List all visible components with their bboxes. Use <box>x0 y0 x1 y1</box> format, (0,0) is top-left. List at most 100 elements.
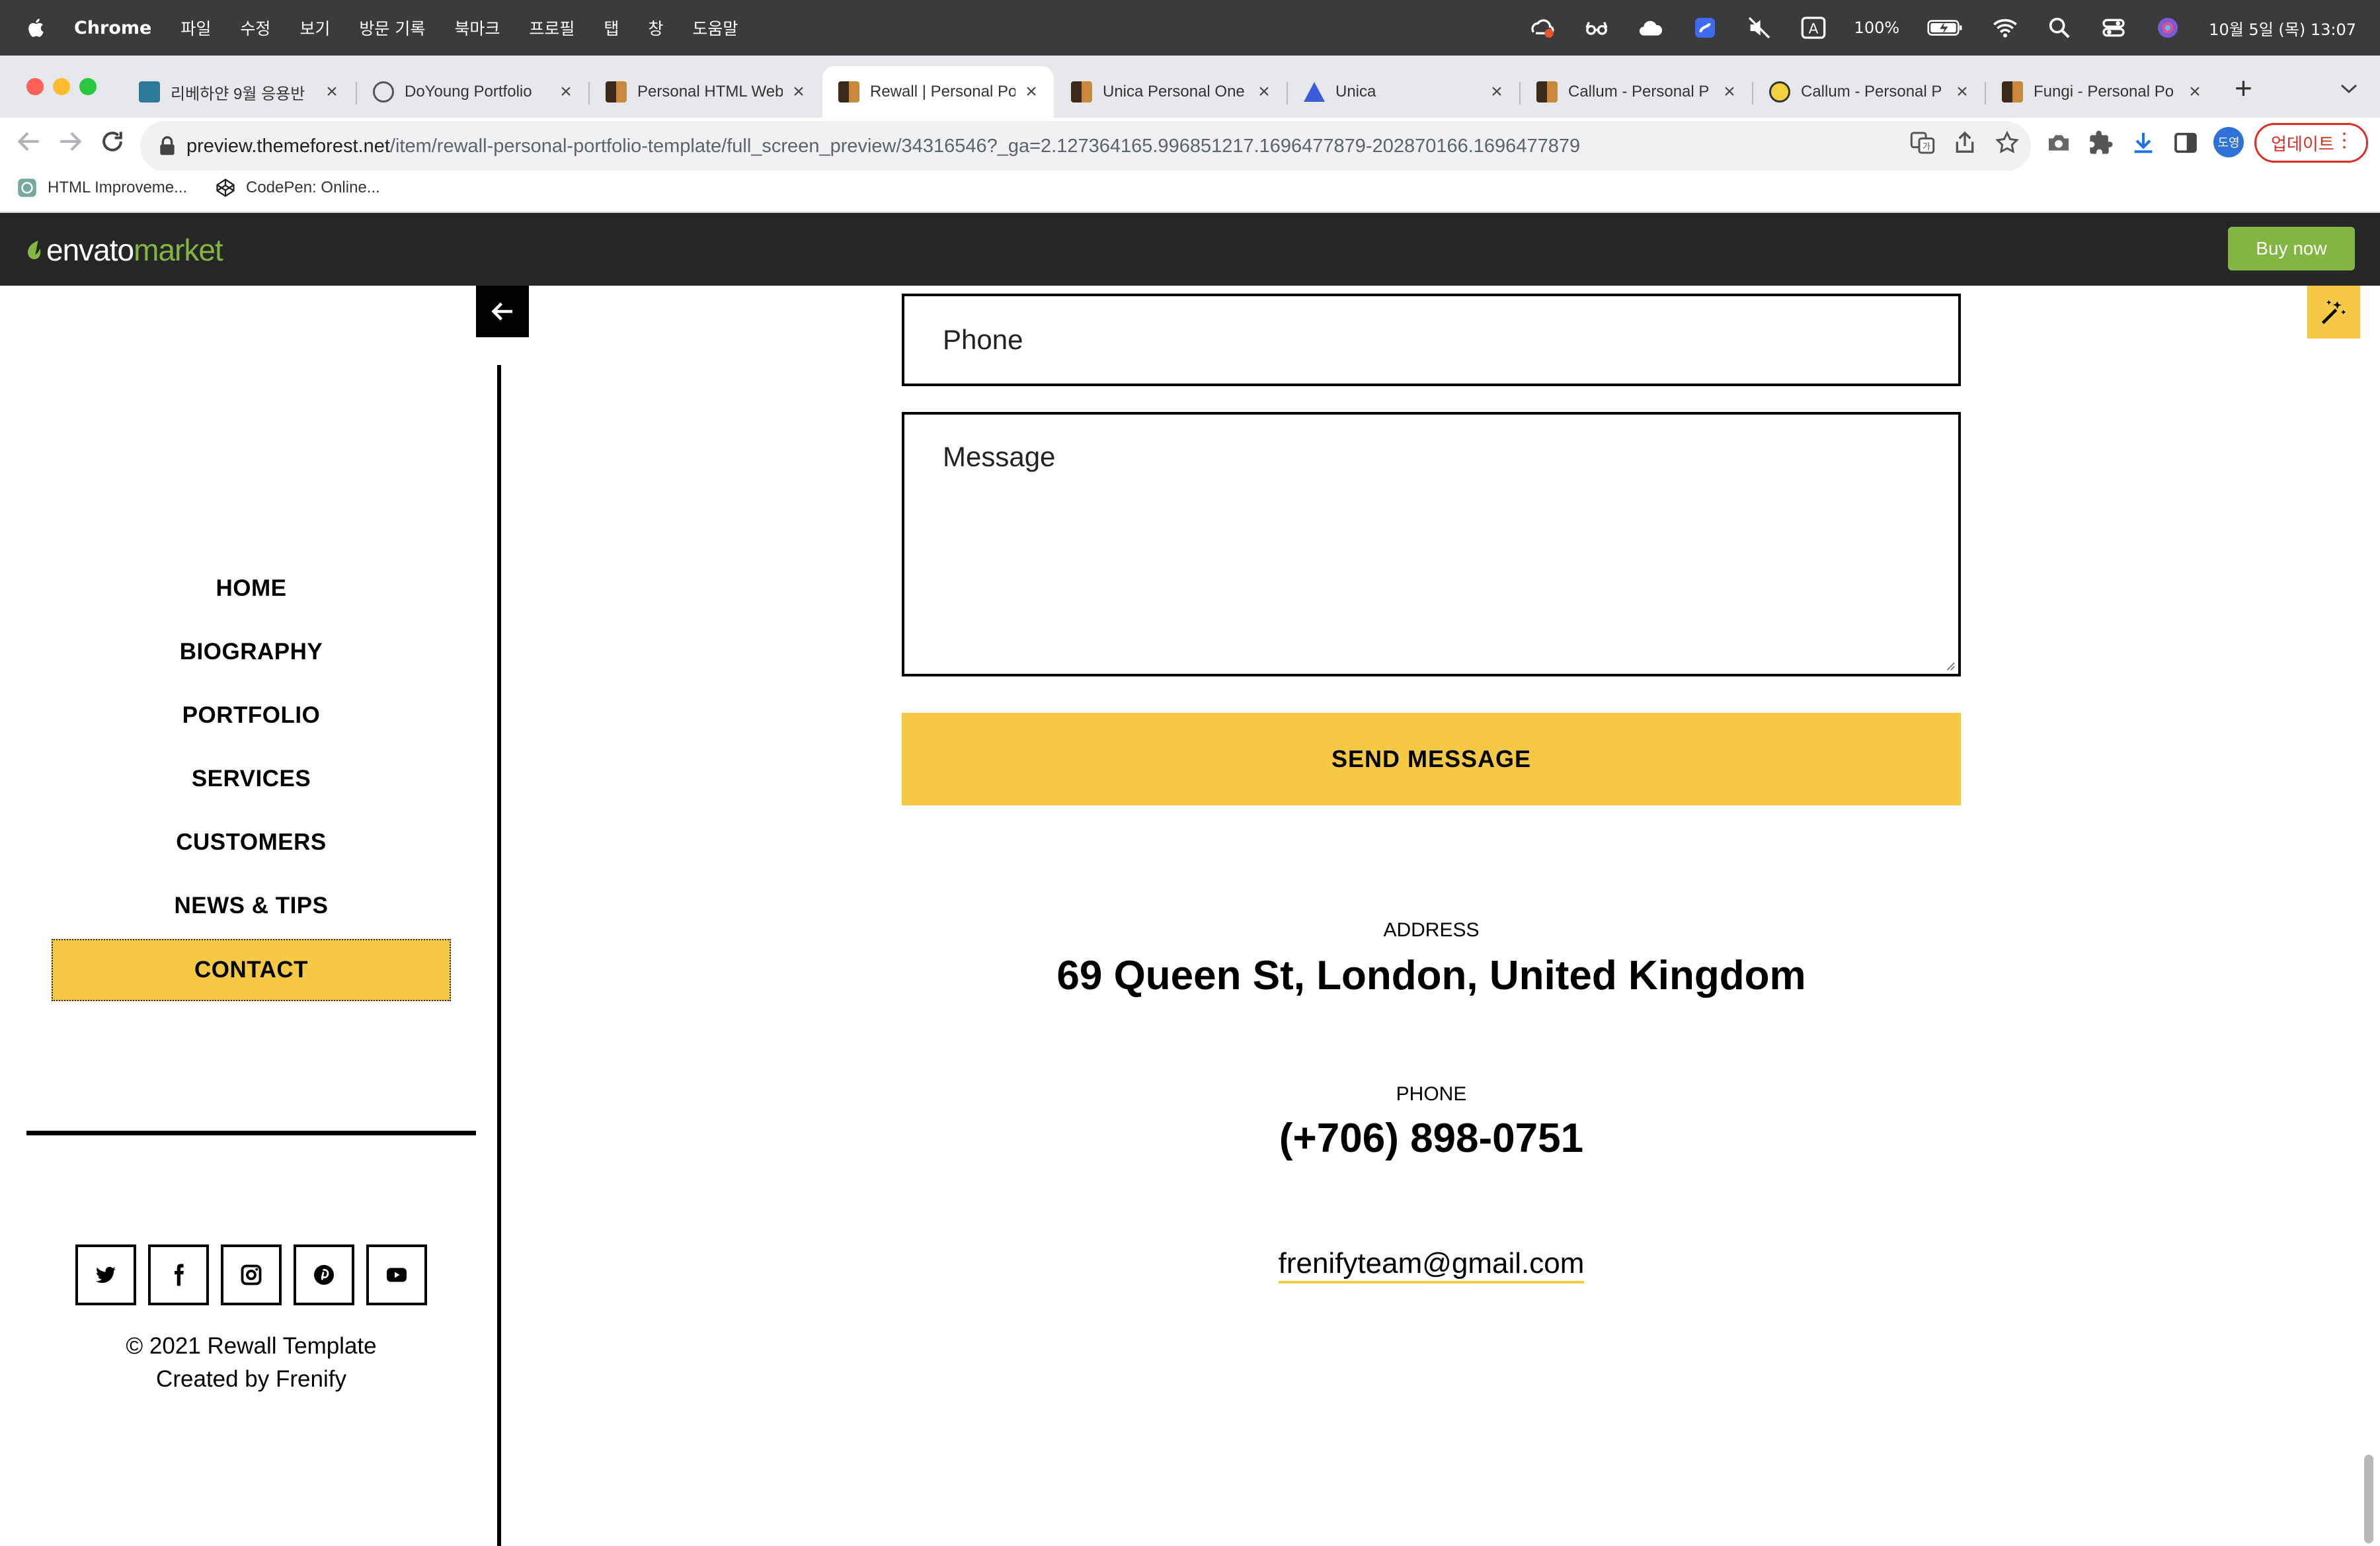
tab-close-icon[interactable]: × <box>2186 81 2204 103</box>
lock-icon[interactable] <box>157 136 177 157</box>
tab-close-icon[interactable]: × <box>1022 81 1041 103</box>
tab-title: 리베하얀 9월 응용반 <box>171 85 305 103</box>
tab-close-icon[interactable]: × <box>323 81 341 103</box>
buy-now-button[interactable]: Buy now <box>2228 227 2355 270</box>
message-textarea[interactable]: Message <box>902 412 1961 676</box>
email-link[interactable]: frenifyteam@gmail.com <box>902 1247 1961 1283</box>
bookmark-html-improvement[interactable]: HTML Improveme... <box>17 175 187 201</box>
glasses-icon[interactable] <box>1583 15 1610 41</box>
tab-search-chevron-icon[interactable] <box>2339 82 2359 95</box>
c-logo-icon <box>1769 81 1790 102</box>
tab-rewall[interactable]: Rewall | Personal Po × <box>822 66 1054 118</box>
envato-market-logo[interactable]: envato market <box>25 230 223 270</box>
address-bar[interactable]: preview.themeforest.net/item/rewall-pers… <box>140 121 2031 171</box>
facebook-link[interactable] <box>148 1244 209 1305</box>
cloud-icon[interactable] <box>1638 15 1664 41</box>
phone-label: PHONE <box>1396 1083 1467 1105</box>
tab-title: Fungi - Personal Po <box>2034 83 2174 101</box>
nav-customers[interactable]: CUSTOMERS <box>0 829 502 856</box>
back-arrow-icon[interactable] <box>15 127 44 156</box>
facebook-icon <box>175 1264 184 1286</box>
reload-icon[interactable] <box>98 127 127 156</box>
nav-home[interactable]: HOME <box>0 575 502 602</box>
menu-help[interactable]: 도움말 <box>692 16 738 40</box>
nav-biography[interactable]: BIOGRAPHY <box>0 639 502 665</box>
menu-tab[interactable]: 탭 <box>604 16 619 40</box>
profile-avatar[interactable]: 도영 <box>2213 127 2244 157</box>
spotlight-search-icon[interactable] <box>2046 15 2073 41</box>
instagram-icon <box>241 1264 262 1285</box>
creative-cloud-icon[interactable] <box>1529 15 1556 41</box>
menubar-clock[interactable]: 10월 5일 (목) 13:07 <box>2209 17 2356 40</box>
tab-callum-2[interactable]: Callum - Personal P × <box>1753 66 1985 118</box>
tab-callum-1[interactable]: Callum - Personal P × <box>1521 66 1752 118</box>
menu-view[interactable]: 보기 <box>299 16 330 40</box>
more-menu-icon[interactable]: ⋮ <box>2334 129 2354 152</box>
zoom-window-button[interactable] <box>79 78 97 95</box>
twitter-link[interactable] <box>75 1244 136 1305</box>
tab-unica[interactable]: Unica × <box>1288 66 1519 118</box>
tab-close-icon[interactable]: × <box>557 81 575 103</box>
bookmark-codepen[interactable]: CodePen: Online... <box>216 175 380 201</box>
tab-personal-html[interactable]: Personal HTML Web × <box>590 66 821 118</box>
apple-menu-icon[interactable] <box>26 17 48 38</box>
arrow-left-icon <box>491 302 512 321</box>
battery-percentage: 100% <box>1854 19 1900 37</box>
app-switcher-icon[interactable] <box>1692 15 1718 41</box>
favicon-icon <box>838 81 859 102</box>
tab-close-icon[interactable]: × <box>1953 81 1971 103</box>
nav-news-tips[interactable]: NEWS & TIPS <box>0 893 502 919</box>
menu-history[interactable]: 방문 기록 <box>359 16 425 40</box>
youtube-icon <box>387 1268 407 1282</box>
nav-portfolio[interactable]: PORTFOLIO <box>0 702 502 729</box>
menu-app-name[interactable]: Chrome <box>74 18 151 38</box>
tab-close-icon[interactable]: × <box>1255 81 1273 103</box>
send-message-button[interactable]: SEND MESSAGE <box>902 713 1961 805</box>
mute-icon[interactable] <box>1746 15 1772 41</box>
phone-input[interactable]: Phone <box>902 294 1961 386</box>
nav-services[interactable]: SERVICES <box>0 766 502 792</box>
credit-text: Created by Frenify <box>156 1366 346 1392</box>
download-icon[interactable] <box>2130 130 2157 156</box>
bookmark-label: CodePen: Online... <box>246 179 380 196</box>
magic-wand-button[interactable] <box>2307 286 2360 339</box>
siri-icon[interactable] <box>2155 15 2181 41</box>
share-icon[interactable] <box>1952 130 1978 156</box>
menu-bookmarks[interactable]: 북마크 <box>454 16 500 40</box>
close-window-button[interactable] <box>26 78 44 95</box>
control-center-icon[interactable] <box>2100 15 2127 41</box>
nav-contact[interactable]: CONTACT <box>52 939 451 1001</box>
tab-rebehayan[interactable]: 리베하얀 9월 응용반 × <box>123 66 354 118</box>
collapse-sidebar-button[interactable] <box>476 286 529 337</box>
input-source-icon[interactable]: A <box>1800 15 1827 41</box>
resize-handle-icon[interactable] <box>1944 659 1956 671</box>
tab-fungi[interactable]: Fungi - Personal Po × <box>1986 66 2217 118</box>
instagram-link[interactable] <box>221 1244 282 1305</box>
battery-icon[interactable] <box>1927 15 1964 41</box>
bookmark-star-icon[interactable] <box>1994 130 2020 156</box>
tab-close-icon[interactable]: × <box>1488 81 1506 103</box>
new-tab-button[interactable]: + <box>2235 73 2252 103</box>
tab-doyoung-portfolio[interactable]: DoYoung Portfolio × <box>357 66 588 118</box>
address-value: 69 Queen St, London, United Kingdom <box>1056 953 1806 998</box>
translate-icon[interactable]: 가 <box>1909 130 1936 156</box>
menu-profile[interactable]: 프로필 <box>529 16 575 40</box>
menu-edit[interactable]: 수정 <box>240 16 270 40</box>
extensions-puzzle-icon[interactable] <box>2088 130 2114 156</box>
youtube-link[interactable] <box>366 1244 427 1305</box>
page-scrollbar[interactable] <box>2364 1455 2373 1543</box>
update-button[interactable]: 업데이트 ⋮ <box>2254 123 2368 163</box>
tab-unica-personal[interactable]: Unica Personal One × <box>1055 66 1287 118</box>
minimize-window-button[interactable] <box>53 78 70 95</box>
pinterest-link[interactable] <box>294 1244 354 1305</box>
menu-file[interactable]: 파일 <box>180 16 211 40</box>
screenshot-camera-icon[interactable] <box>2045 130 2072 156</box>
wifi-icon[interactable] <box>1992 15 2018 41</box>
tab-close-icon[interactable]: × <box>1720 81 1739 103</box>
side-panel-icon[interactable] <box>2172 130 2199 156</box>
tab-close-icon[interactable]: × <box>789 81 808 103</box>
tab-title: Unica Personal One <box>1103 83 1245 101</box>
tab-title: DoYoung Portfolio <box>405 83 532 101</box>
menu-window[interactable]: 창 <box>648 16 663 40</box>
forward-arrow-icon[interactable] <box>56 127 85 156</box>
